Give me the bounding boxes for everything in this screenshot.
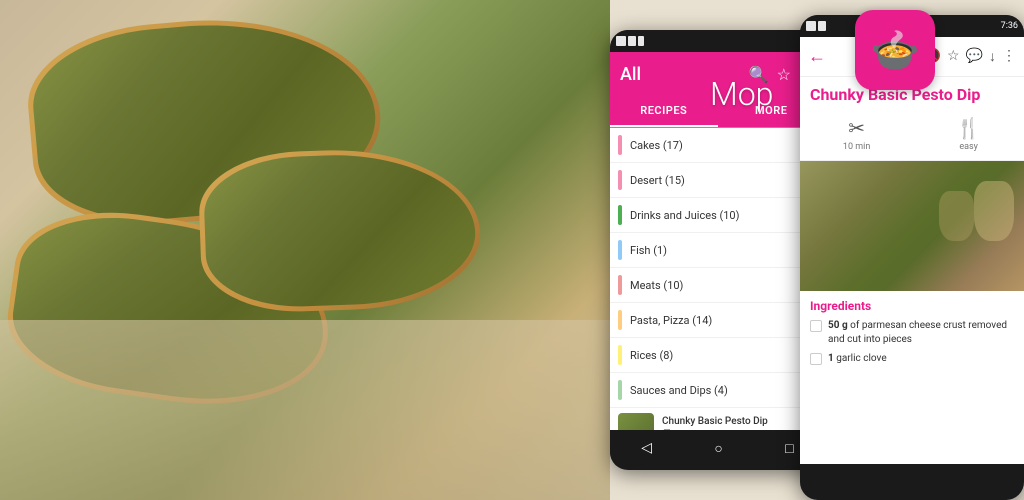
category-meats[interactable]: Meats (10) ∧ xyxy=(610,268,825,303)
category-label-cakes: Cakes (17) xyxy=(630,139,810,152)
ingredient-garlic: garlic clove xyxy=(836,353,886,364)
status-icons-right xyxy=(806,21,826,31)
category-rices[interactable]: Rices (8) ∧ xyxy=(610,338,825,373)
nav-recent[interactable]: □ xyxy=(785,440,793,457)
tab-recipes[interactable]: RECIPES xyxy=(610,96,718,127)
jar-1 xyxy=(974,181,1014,241)
recipe-image xyxy=(800,161,1024,291)
category-pasta[interactable]: Pasta, Pizza (14) ∨ xyxy=(610,303,825,338)
category-desert[interactable]: Desert (15) ∨ xyxy=(610,163,825,198)
ingredient-amount-1: 50 g xyxy=(828,320,848,331)
category-color-fish xyxy=(618,240,622,260)
wifi-icon xyxy=(628,36,636,46)
signal-icon-right xyxy=(806,21,816,31)
category-label-sauces: Sauces and Dips (4) xyxy=(630,384,810,397)
category-label-drinks: Drinks and Juices (10) xyxy=(630,209,810,222)
category-label-desert: Desert (15) xyxy=(630,174,810,187)
ingredient-checkbox-2[interactable] xyxy=(810,353,822,365)
recipe-item-pesto[interactable]: Chunky Basic Pesto Dip 💬 1 ☆ xyxy=(610,408,825,430)
status-icons-left xyxy=(616,36,644,46)
status-time-right: 7:36 xyxy=(1001,21,1018,31)
mop-label: Mop xyxy=(710,75,773,113)
category-color-rices xyxy=(618,345,622,365)
category-drinks[interactable]: Drinks and Juices (10) ∧ xyxy=(610,198,825,233)
app-icon[interactable]: 🍲 xyxy=(855,10,935,90)
recipe-stats: ✂ 10 min 🍴 easy xyxy=(800,108,1024,161)
ingredient-desc-1: of parmesan cheese crust removed and cut… xyxy=(828,320,1007,345)
recipe-list: Cakes (17) ∧ Desert (15) ∨ Drinks and Ju… xyxy=(610,128,825,430)
category-cakes[interactable]: Cakes (17) ∧ xyxy=(610,128,825,163)
wifi-icon-right xyxy=(818,21,826,31)
category-label-meats: Meats (10) xyxy=(630,279,810,292)
category-color-drinks xyxy=(618,205,622,225)
download-icon-detail[interactable]: ↓ xyxy=(989,48,996,65)
ingredients-section: Ingredients 50 g of parmesan cheese crus… xyxy=(800,291,1024,379)
nav-home[interactable]: ○ xyxy=(714,440,722,457)
recipe-thumb-pesto xyxy=(618,413,654,430)
ingredient-row-1: 50 g of parmesan cheese crust removed an… xyxy=(810,319,1014,347)
stat-difficulty: 🍴 easy xyxy=(956,116,981,152)
category-color-sauces xyxy=(618,380,622,400)
stat-time: ✂ 10 min xyxy=(843,116,870,152)
category-color-meats xyxy=(618,275,622,295)
signal-icon xyxy=(616,36,626,46)
favorite-icon[interactable]: ☆ xyxy=(777,65,791,84)
bt-icon xyxy=(638,36,644,46)
category-color-cakes xyxy=(618,135,622,155)
star-icon-detail[interactable]: ☆ xyxy=(947,48,960,65)
comment-count-pesto: 1 xyxy=(676,429,681,430)
food-background xyxy=(0,0,610,500)
menu-icon-detail[interactable]: ⋮ xyxy=(1002,48,1016,65)
category-sauces[interactable]: Sauces and Dips (4) ∧ xyxy=(610,373,825,408)
wood-board xyxy=(0,320,610,500)
category-label-pasta: Pasta, Pizza (14) xyxy=(630,314,810,327)
chat-icon-detail[interactable]: 💬 xyxy=(966,48,983,65)
status-bar-left: 7:03 xyxy=(610,30,825,52)
detail-header-icons: 🔇 ☆ 💬 ↓ ⋮ xyxy=(924,48,1016,65)
detail-content: Chunky Basic Pesto Dip ✂ 10 min 🍴 easy I… xyxy=(800,77,1024,464)
app-title: All xyxy=(620,64,641,85)
difficulty-stat-icon: 🍴 xyxy=(956,116,981,140)
back-button[interactable]: ← xyxy=(808,46,826,67)
ingredient-checkbox-1[interactable] xyxy=(810,320,822,332)
recipe-name-pesto: Chunky Basic Pesto Dip xyxy=(662,416,808,427)
ingredients-title: Ingredients xyxy=(810,299,1014,313)
recipe-meta-pesto: 💬 1 xyxy=(662,429,808,430)
category-label-rices: Rices (8) xyxy=(630,349,810,362)
jar-2 xyxy=(939,191,974,241)
ingredient-amount-2: 1 xyxy=(828,353,834,364)
category-fish[interactable]: Fish (1) ∧ xyxy=(610,233,825,268)
time-stat-label: 10 min xyxy=(843,142,870,152)
category-color-desert xyxy=(618,170,622,190)
ingredient-text-2: 1 garlic clove xyxy=(828,352,887,366)
bread-slice-3 xyxy=(197,145,482,315)
category-color-pasta xyxy=(618,310,622,330)
recipe-info-pesto: Chunky Basic Pesto Dip 💬 1 xyxy=(662,416,808,430)
time-stat-icon: ✂ xyxy=(848,116,865,140)
comment-icon-pesto: 💬 xyxy=(662,429,672,430)
nav-back[interactable]: ◁ xyxy=(641,440,652,456)
difficulty-stat-label: easy xyxy=(959,142,978,152)
category-label-fish: Fish (1) xyxy=(630,244,810,257)
ingredient-row-2: 1 garlic clove xyxy=(810,352,1014,366)
phone-nav-left: ◁ ○ □ xyxy=(610,430,825,466)
ingredient-text-1: 50 g of parmesan cheese crust removed an… xyxy=(828,319,1014,347)
app-icon-image: 🍲 xyxy=(870,27,920,74)
